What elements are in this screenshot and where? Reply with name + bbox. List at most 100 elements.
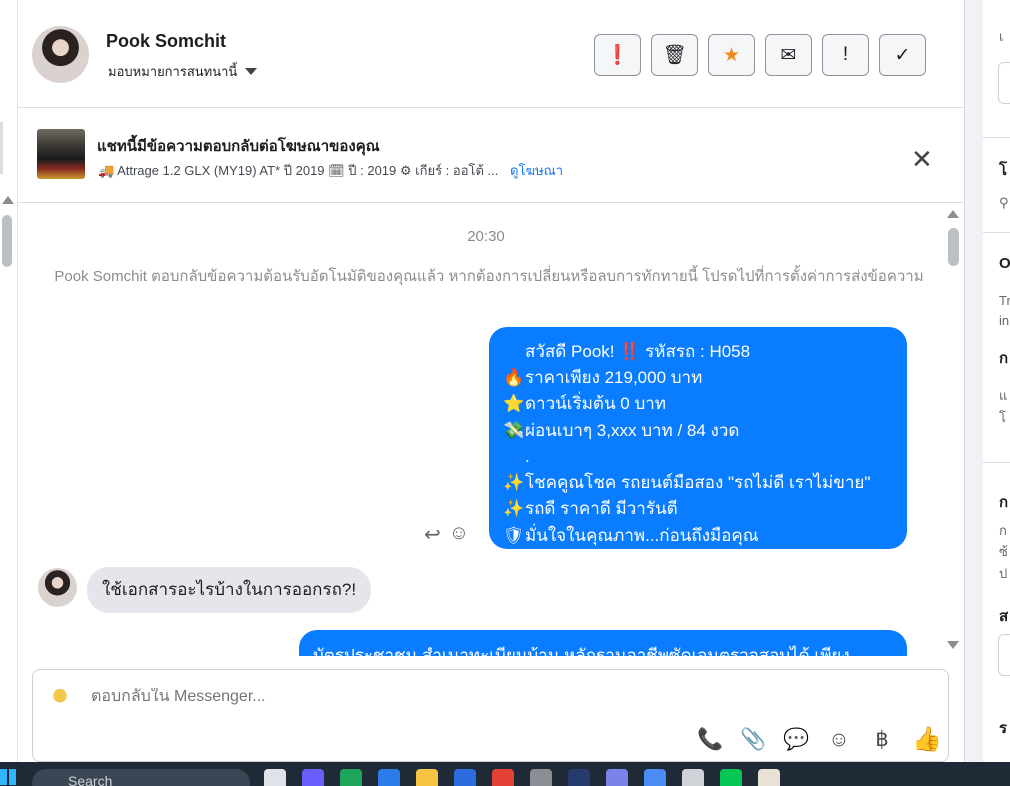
outgoing-message-bubble[interactable]: สวัสดี Pook! ‼️ รหัสรถ : H058 🔥ราคาเพียง… (489, 327, 907, 549)
edge-icon[interactable] (340, 769, 362, 786)
ad-thumbnail-image[interactable] (37, 129, 85, 179)
thread-scrollbar-thumb[interactable] (948, 228, 959, 266)
panel-divider (983, 137, 1010, 138)
message-actions: ↩ ☺ (424, 522, 469, 547)
message-line: ⭐ดาวน์เริ่มต้น 0 บาท (503, 391, 893, 418)
panel-text: แ (999, 388, 1008, 403)
line-icon[interactable] (720, 769, 742, 786)
panel-input-box[interactable] (998, 634, 1010, 676)
thread-scroll-up-arrow[interactable] (947, 210, 959, 218)
app-window: Pook Somchit มอบหมายการสนทนานี้ ❗ 🗑 ★ ✉ … (0, 0, 1010, 786)
baht-icon[interactable]: ฿ (869, 727, 895, 752)
windows-start-icon[interactable] (0, 769, 16, 785)
taskbar-apps (264, 769, 780, 786)
star-button[interactable]: ★ (708, 34, 755, 76)
mail-blocked-icon: ✉ (780, 44, 797, 66)
message-line: 🔥ราคาเพียง 219,000 บาท (503, 365, 893, 392)
phone-add-icon[interactable]: 📞 (697, 728, 723, 752)
message-line: . (525, 447, 530, 466)
panel-heading: ร (999, 720, 1008, 737)
file-icon[interactable] (264, 769, 286, 786)
panel-heading: ส (999, 608, 1009, 625)
calculator-icon[interactable] (682, 769, 704, 786)
message-line: ✨รถดี ราคาดี มีวารันตี (503, 496, 893, 523)
panel-text: in (999, 313, 1010, 328)
page-logo (43, 684, 77, 710)
message-line: 💸ผ่อนเบาๆ 3,xxx บาท / 84 งวด (503, 418, 893, 445)
left-sidebar-edge (0, 0, 18, 762)
alert-circle-icon: ❗ (605, 45, 630, 66)
thumbs-up-icon[interactable]: 👍 (912, 725, 942, 754)
sparkles-icon: ✨ (503, 472, 525, 493)
chrome-profile-icon[interactable] (758, 769, 780, 786)
money-wings-icon: 💸 (503, 420, 525, 441)
react-emoji-icon[interactable]: ☺ (449, 522, 469, 547)
panel-divider (983, 462, 1010, 463)
sparkles-icon: ✨ (503, 499, 525, 519)
contact-name[interactable]: Pook Somchit (106, 31, 226, 52)
mark-spam-button[interactable]: ❗ (594, 34, 641, 76)
ad-description: 🚚 Attrage 1.2 GLX (MY19) AT* ปี 2019 🗓 ป… (98, 163, 499, 178)
trash-icon: 🗑 (662, 45, 687, 66)
camera-icon[interactable] (530, 769, 552, 786)
assign-label: มอบหมายการสนทนานี้ (108, 64, 238, 79)
contact-avatar-small[interactable] (38, 568, 77, 607)
checkmark-icon: ✓ (894, 44, 911, 66)
assign-conversation-dropdown[interactable]: มอบหมายการสนทนานี้ (108, 61, 258, 82)
close-icon[interactable]: ✕ (911, 146, 933, 172)
panel-gutter (965, 0, 983, 762)
message-timestamp: 20:30 (467, 228, 505, 245)
conversation-panel: Pook Somchit มอบหมายการสนทนานี้ ❗ 🗑 ★ ✉ … (18, 0, 964, 762)
store-icon[interactable] (378, 769, 400, 786)
chrome-icon[interactable] (492, 769, 514, 786)
star-icon: ★ (722, 44, 741, 66)
emoji-icon[interactable]: ☺ (826, 728, 852, 752)
panel-divider (983, 232, 1010, 233)
panel-text: ซ้ (999, 544, 1008, 559)
left-tab-indicator (0, 122, 3, 174)
panel-text: ป (999, 566, 1008, 581)
mark-done-button[interactable]: ✓ (879, 34, 926, 76)
message-line: ✨โชคคูณโชค รถยนต์มือสอง "รถไม่ดี เราไม่ข… (503, 470, 893, 497)
panel-input-box[interactable] (998, 62, 1010, 104)
app-icon[interactable] (454, 769, 476, 786)
copilot-icon[interactable] (302, 769, 324, 786)
mark-unread-button[interactable]: ✉ (765, 34, 812, 76)
conversation-header: Pook Somchit มอบหมายการสนทนานี้ ❗ 🗑 ★ ✉ … (18, 0, 964, 108)
panel-heading: โ (999, 162, 1008, 179)
taskbar-search[interactable]: Search (32, 769, 250, 786)
notepad-icon[interactable] (644, 769, 666, 786)
ad-banner-title: แชทนี้มีข้อความตอบกลับต่อโฆษณาของคุณ (97, 138, 380, 155)
reply-input[interactable] (91, 688, 591, 706)
reply-icon[interactable]: ↩ (424, 522, 441, 547)
thread-scroll-down-arrow[interactable] (947, 641, 959, 649)
left-scroll-up-arrow[interactable] (2, 196, 14, 204)
taskbar-search-label: Search (68, 773, 113, 786)
chat-bubble-icon[interactable]: 💬 (783, 728, 809, 752)
delete-button[interactable]: 🗑 (651, 34, 698, 76)
composer-toolbar: 📞 📎 💬 ☺ ฿ 👍 (697, 725, 942, 754)
auto-reply-notice: Pook Somchit ตอบกลับข้อความต้อนรับอัตโนม… (54, 268, 924, 285)
panel-text: โ (999, 410, 1006, 425)
ad-banner-subtitle: 🚚 Attrage 1.2 GLX (MY19) AT* ปี 2019 🗓 ป… (98, 160, 563, 181)
outgoing-message-bubble[interactable]: บัตรประชาชน สำเนาทะเบียนบ้าน หลักฐานอาชี… (299, 630, 907, 656)
message-thread[interactable]: 20:30 Pook Somchit ตอบกลับข้อความต้อนรับ… (18, 204, 964, 656)
paperclip-icon[interactable]: 📎 (740, 728, 766, 752)
chevron-down-icon (245, 68, 258, 75)
exclamation-icon: ! (842, 44, 849, 65)
photoshop-icon[interactable] (568, 769, 590, 786)
view-ad-link[interactable]: ดูโฆษณา (510, 163, 563, 178)
location-icon: ⚲ (999, 195, 1009, 210)
incoming-message-bubble[interactable]: ใช้เอกสารอะไรบ้างในการออกรถ?! (87, 567, 372, 613)
panel-text: Tr (999, 293, 1010, 308)
contact-details-panel: เ โ ⚲ O Tr in ก แ โ ก ก ซ้ ป ส ร (964, 0, 1010, 762)
contact-avatar[interactable] (32, 26, 89, 83)
ad-reply-banner: แชทนี้มีข้อความตอบกลับต่อโฆษณาของคุณ 🚚 A… (18, 108, 964, 203)
teams-icon[interactable] (606, 769, 628, 786)
os-taskbar: Search (0, 762, 1010, 786)
folder-icon[interactable] (416, 769, 438, 786)
fire-icon: 🔥 (503, 367, 525, 388)
panel-heading: O (999, 255, 1010, 272)
left-scrollbar-thumb[interactable] (2, 215, 12, 267)
follow-up-button[interactable]: ! (822, 34, 869, 76)
